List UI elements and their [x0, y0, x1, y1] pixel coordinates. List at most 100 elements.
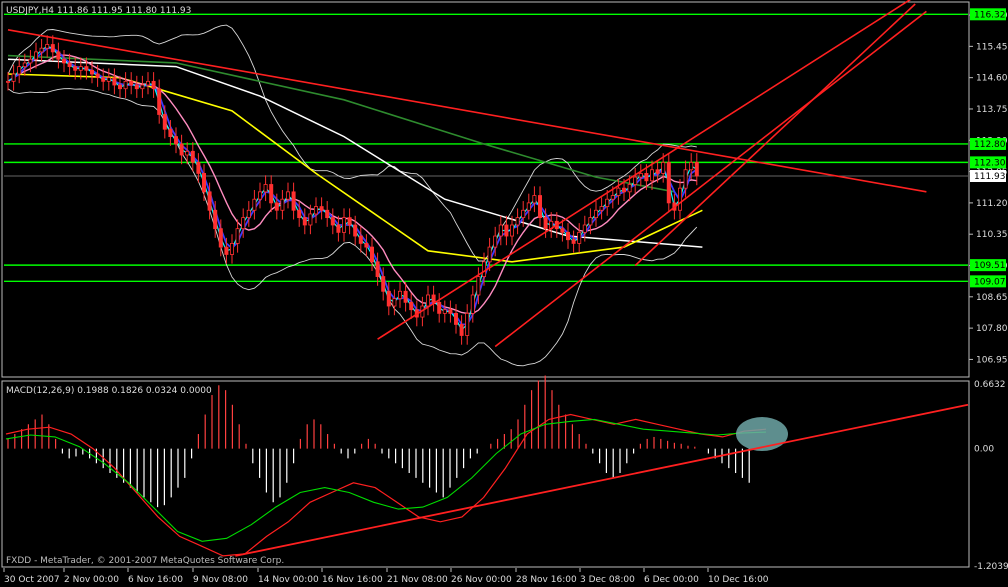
candle	[622, 187, 627, 193]
candle	[257, 191, 262, 200]
candle	[341, 217, 346, 233]
candle	[246, 209, 251, 219]
candle	[521, 209, 526, 219]
candle	[347, 217, 352, 226]
candle	[90, 69, 95, 75]
candle	[504, 224, 509, 237]
level-price-label: 109.07	[974, 277, 1006, 287]
candle	[509, 224, 514, 237]
candle	[50, 44, 55, 53]
candle	[599, 206, 604, 211]
candle	[493, 235, 498, 248]
trading-chart[interactable]: 116.30115.45114.60113.75112.90112.05111.…	[0, 0, 1008, 587]
level-price-label: 116.32	[974, 10, 1006, 20]
time-tick-label: 3 Dec 08:00	[580, 575, 635, 585]
candle	[532, 195, 537, 204]
candle	[655, 169, 660, 174]
candle	[683, 169, 688, 189]
candle	[145, 80, 150, 86]
macd-title: MACD(12,26,9) 0.1988 0.1826 0.0324 0.000…	[6, 386, 212, 396]
candle	[112, 77, 117, 86]
candle	[196, 161, 201, 174]
candle	[67, 62, 72, 68]
candle	[353, 224, 358, 237]
candle	[11, 73, 16, 82]
time-tick-label: 16 Nov 16:00	[322, 575, 383, 585]
candle	[616, 187, 621, 196]
candle	[162, 114, 167, 130]
candle	[28, 58, 33, 64]
candle	[577, 231, 582, 244]
candle	[263, 184, 268, 193]
candle	[588, 217, 593, 226]
candle	[56, 51, 61, 60]
time-tick-label: 2 Nov 00:00	[64, 575, 119, 585]
candle	[302, 217, 307, 226]
candle	[308, 213, 313, 226]
candle	[269, 184, 274, 204]
candle	[218, 228, 223, 248]
candle	[650, 169, 655, 182]
candle	[207, 191, 212, 211]
candle	[95, 73, 100, 79]
candle	[106, 77, 111, 82]
candle	[62, 58, 67, 64]
candle	[594, 209, 599, 219]
candle	[678, 187, 683, 211]
candle	[560, 228, 565, 233]
candle	[431, 294, 436, 303]
candle	[571, 239, 576, 244]
candle	[213, 209, 218, 230]
candle	[694, 161, 699, 177]
candle	[140, 84, 145, 90]
candle	[470, 294, 475, 314]
candle	[22, 62, 27, 68]
candle	[319, 206, 324, 211]
time-tick-label: 26 Nov 00:00	[451, 575, 512, 585]
candle	[498, 224, 503, 237]
candle	[185, 150, 190, 156]
candle	[235, 228, 240, 244]
candle	[403, 290, 408, 303]
price-tick-label: 114.60	[976, 74, 1008, 84]
time-tick-label: 10 Dec 16:00	[708, 575, 769, 585]
candle	[17, 66, 22, 75]
candle	[224, 246, 229, 255]
candle	[409, 301, 414, 311]
candle	[73, 66, 78, 71]
candle	[123, 80, 128, 90]
candle	[45, 44, 50, 49]
macd-tick-label: -1.2039	[974, 562, 1008, 572]
time-tick-label: 21 Nov 08:00	[387, 575, 448, 585]
time-tick-label: 28 Nov 16:00	[516, 575, 577, 585]
candle	[666, 161, 671, 204]
candle	[689, 161, 694, 171]
candle	[39, 47, 44, 53]
candle	[78, 66, 83, 71]
candle	[538, 195, 543, 219]
time-tick-label: 9 Nov 08:00	[193, 575, 248, 585]
price-tick-label: 107.80	[976, 324, 1008, 334]
candle	[566, 231, 571, 241]
price-tick-label: 108.65	[976, 293, 1008, 303]
copyright-text: FXDD - MetaTrader, © 2001-2007 MetaQuote…	[6, 556, 284, 566]
candle	[274, 202, 279, 211]
candle	[392, 298, 397, 307]
level-price-label: 109.51	[974, 261, 1006, 271]
price-tick-label: 106.95	[976, 355, 1008, 365]
candle	[386, 290, 391, 307]
candle	[465, 312, 470, 336]
highlight-circle	[736, 417, 788, 452]
macd-tick-label: 0.00	[974, 445, 994, 455]
candle	[201, 173, 206, 193]
candle	[325, 209, 330, 219]
chart-title: USDJPY,H4 111.86 111.95 111.80 111.93	[6, 6, 191, 16]
candle	[543, 217, 548, 230]
candle	[487, 246, 492, 263]
candle	[605, 198, 610, 207]
candle	[381, 276, 386, 292]
candle	[229, 243, 234, 255]
candle	[241, 217, 246, 230]
time-tick-label: 14 Nov 00:00	[258, 575, 319, 585]
candle	[291, 191, 296, 211]
